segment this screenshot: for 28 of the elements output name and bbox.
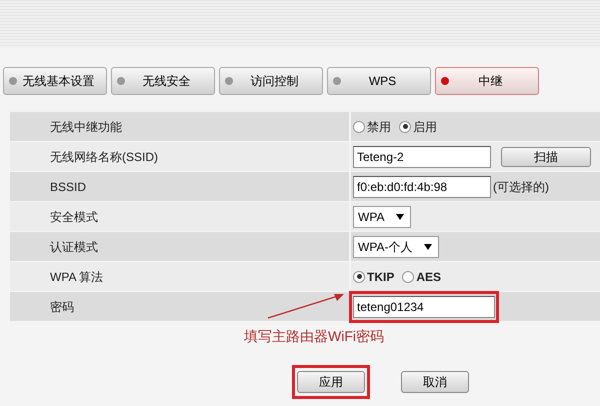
form-button[interactable]: 取消 — [401, 371, 469, 393]
radio-option[interactable]: 启用 — [399, 118, 437, 136]
field-label: 无线网络名称(SSID) — [50, 148, 158, 166]
text-field[interactable]: f0:eb:d0:fd:4b:98 — [353, 176, 491, 198]
dropdown[interactable]: WPA-个人 — [353, 236, 440, 258]
tab[interactable]: 访问控制 — [219, 67, 323, 95]
radio-option[interactable]: 禁用 — [353, 118, 391, 136]
tab[interactable]: 无线安全 — [111, 67, 215, 95]
dropdown[interactable]: WPA — [353, 206, 412, 228]
tab[interactable]: WPS — [327, 67, 431, 95]
field-label: BSSID — [50, 178, 86, 196]
dropdown-caret-icon — [424, 244, 432, 250]
dropdown-caret-icon — [396, 214, 404, 220]
radio-option[interactable]: TKIP — [353, 268, 394, 286]
field-label: 无线中继功能 — [50, 118, 122, 136]
field-label: WPA 算法 — [50, 268, 104, 286]
field-label: 密码 — [50, 298, 74, 316]
text-field[interactable]: Teteng-2 — [353, 146, 491, 168]
tab[interactable]: 中继 — [435, 67, 539, 95]
field-label: 认证模式 — [50, 238, 98, 256]
tab[interactable]: 无线基本设置 — [3, 67, 107, 95]
field-label: 安全模式 — [50, 208, 98, 226]
text-field[interactable]: teteng01234 — [353, 296, 495, 318]
form-button[interactable]: 应用 — [297, 371, 365, 393]
scan-button[interactable]: 扫描 — [501, 146, 591, 166]
annotation-text: 填写主路由器WiFi密码 — [244, 327, 384, 346]
radio-option[interactable]: AES — [402, 268, 442, 286]
optional-note: (可选择的) — [493, 178, 549, 196]
